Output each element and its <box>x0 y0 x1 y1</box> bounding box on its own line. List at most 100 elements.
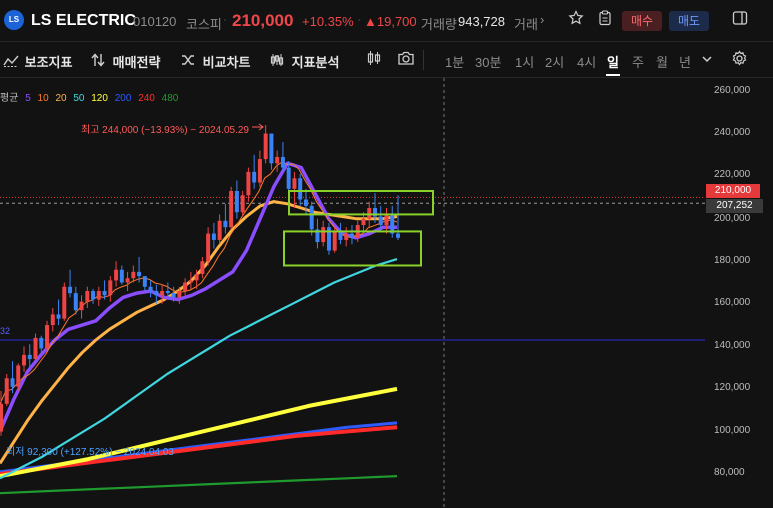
candle-body <box>39 337 44 349</box>
candle-body <box>344 233 349 240</box>
ma-legend-label: 평균 <box>0 93 19 104</box>
current-price: 210,000 <box>232 11 294 30</box>
period-week[interactable]: 주 <box>632 52 644 71</box>
buy-button[interactable]: 매수 <box>622 11 662 31</box>
period-4hour[interactable]: 4시 <box>577 52 596 71</box>
stock-name[interactable]: LS ELECTRIC <box>31 12 136 30</box>
ma10-line <box>0 161 398 405</box>
candle-body <box>10 378 15 387</box>
separator-dot: · <box>223 12 227 26</box>
camera-icon[interactable] <box>397 50 415 70</box>
candle-body <box>303 199 308 206</box>
candle-body <box>96 291 101 300</box>
chevron-down-icon[interactable] <box>701 52 713 69</box>
candle-body <box>56 314 61 319</box>
candle-body <box>91 291 96 300</box>
candle-body <box>263 133 268 160</box>
candle-body <box>62 286 67 319</box>
low-annotation: 최저 92,300 (+127.52%) − 2024.04.03 <box>6 447 174 458</box>
period-month[interactable]: 월 <box>656 52 668 71</box>
candle-body <box>292 178 297 189</box>
analysis-icon <box>270 53 288 70</box>
candle-body <box>396 233 400 238</box>
candle-body <box>200 261 205 274</box>
candle-body <box>252 171 257 183</box>
candle-body <box>148 286 153 292</box>
candle-body <box>229 191 234 228</box>
candle-body <box>378 216 383 226</box>
strategy-label: 매매전략 <box>112 55 161 70</box>
candle-body <box>50 314 55 326</box>
y-tick: 100,000 <box>714 425 751 436</box>
ma-legend-20: 20 <box>55 93 67 104</box>
ma-legend-240: 240 <box>138 93 155 104</box>
candle-body <box>114 269 119 281</box>
candle-body <box>332 231 337 251</box>
ma-legend-5: 5 <box>25 93 31 104</box>
candle-body <box>125 278 130 283</box>
candle-body <box>160 291 165 296</box>
change-percent: +10.35% <box>302 14 354 29</box>
period-30min[interactable]: 30분 <box>475 52 501 71</box>
candle-icon[interactable] <box>366 50 382 70</box>
candle-body <box>137 271 142 277</box>
ma480-line <box>0 475 398 495</box>
more-info-label[interactable]: 거래 <box>514 14 538 33</box>
candle-body <box>154 291 159 296</box>
y-tick: 120,000 <box>714 382 751 393</box>
ma-legend-120: 120 <box>91 93 108 104</box>
candle-body <box>384 214 389 226</box>
clipboard-icon[interactable] <box>594 10 616 32</box>
star-icon[interactable] <box>565 10 587 32</box>
candle-body <box>119 269 124 283</box>
candle-body <box>257 159 262 183</box>
candle-body <box>183 282 188 292</box>
candle-body <box>286 167 291 189</box>
candle-body <box>338 231 343 240</box>
candle-body <box>45 325 50 349</box>
period-2hour[interactable]: 2시 <box>545 52 564 71</box>
candle-body <box>349 233 354 238</box>
period-1min[interactable]: 1분 <box>445 52 464 71</box>
period-day[interactable]: 일 <box>607 52 619 71</box>
candle-body <box>275 156 280 164</box>
candle-body <box>22 354 27 366</box>
sidebar-icon[interactable] <box>729 10 751 32</box>
compare-button[interactable]: 비교차트 <box>181 52 250 71</box>
strategy-button[interactable]: 매매전략 <box>91 52 160 71</box>
strategy-icon <box>91 53 109 70</box>
candle-body <box>171 293 176 298</box>
y-tick: 80,000 <box>714 467 745 478</box>
analysis-button[interactable]: 지표분석 <box>270 52 339 71</box>
candle-body <box>234 191 239 213</box>
candle-body <box>269 133 274 164</box>
market-label: 코스피 <box>186 17 222 32</box>
indicator-button[interactable]: 보조지표 <box>3 52 72 71</box>
candle-body <box>68 286 73 294</box>
chevron-right-icon[interactable]: › <box>540 12 544 27</box>
volume-label: 거래량 <box>421 17 457 32</box>
analysis-label: 지표분석 <box>291 55 340 70</box>
y-tick: 200,000 <box>714 213 751 224</box>
candle-body <box>298 178 303 200</box>
change-amount: ▲19,700 <box>364 14 417 29</box>
candle-body <box>4 378 9 404</box>
y-tick: 260,000 <box>714 85 751 96</box>
period-year[interactable]: 년 <box>679 52 691 71</box>
compare-icon <box>181 53 199 70</box>
volume-value: 943,728 <box>458 14 505 29</box>
y-tick: 160,000 <box>714 297 751 308</box>
candle-body <box>206 233 211 262</box>
ma-legend-200: 200 <box>114 93 132 104</box>
ma-legend-480: 480 <box>161 93 179 104</box>
period-1hour[interactable]: 1시 <box>515 52 534 71</box>
candle-body <box>33 337 38 360</box>
candle-body <box>367 208 372 219</box>
header: LS LS ELECTRIC 010120 코스피 · 210,000 +10.… <box>0 0 773 42</box>
y-tick: 240,000 <box>714 127 751 138</box>
compare-label: 비교차트 <box>202 55 251 70</box>
candle-body <box>309 205 314 230</box>
cursor-price-tag: 207,252 <box>706 199 763 213</box>
sell-button[interactable]: 매도 <box>669 11 709 31</box>
gear-icon[interactable] <box>731 50 748 71</box>
